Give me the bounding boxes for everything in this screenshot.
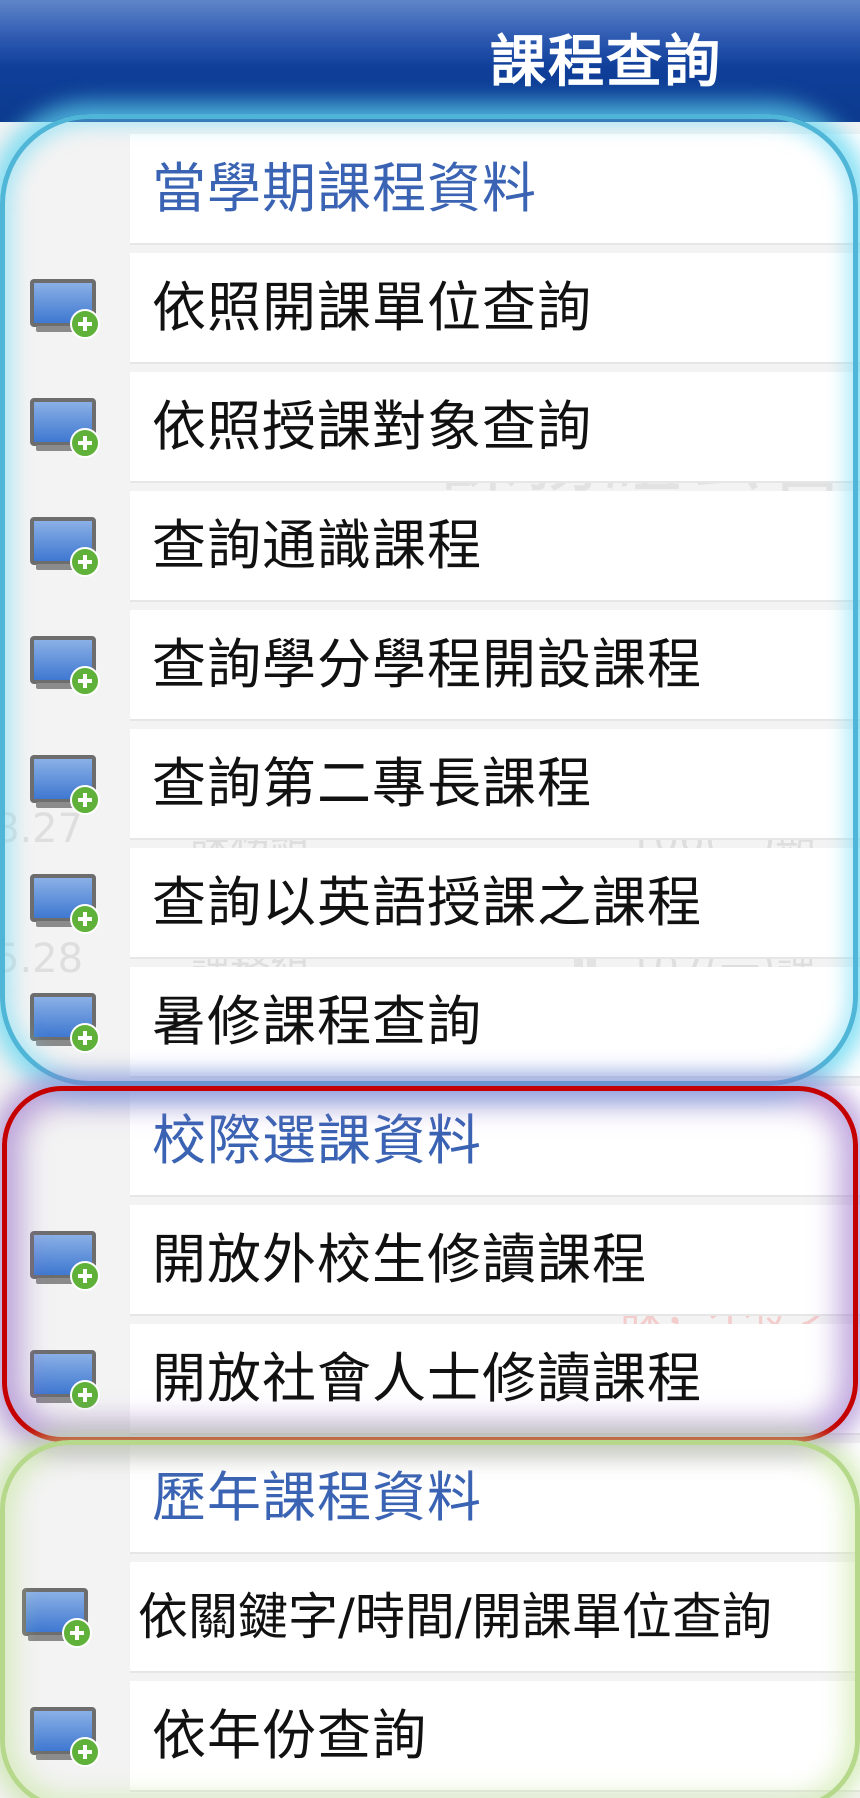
menu-item-label[interactable]: 查詢通識課程 <box>152 513 482 579</box>
menu-item-second-specialty[interactable]: 查詢第二專長課程 <box>0 725 860 844</box>
menu-item-keyword-search[interactable]: 依關鍵字/時間/開課單位查詢 <box>0 1558 860 1677</box>
menu-item-credit-program[interactable]: 查詢學分學程開設課程 <box>0 606 860 725</box>
monitor-add-icon <box>30 279 100 341</box>
monitor-add-icon <box>30 1231 100 1293</box>
menu-item-external-students[interactable]: 開放外校生修讀課程 <box>0 1201 860 1320</box>
section-heading-label: 校際選課資料 <box>152 1109 482 1172</box>
monitor-add-icon <box>22 1588 92 1650</box>
menu-item-general-education[interactable]: 查詢通識課程 <box>0 487 860 606</box>
menu-item-label[interactable]: 依照開課單位查詢 <box>152 275 592 341</box>
course-query-menu: 當學期課程資料 依照開課單位查詢 依照授課對象查詢 查詢通識課程 查詢學分學程開… <box>0 130 860 1796</box>
menu-item-label[interactable]: 查詢學分學程開設課程 <box>152 632 702 698</box>
monitor-add-icon <box>30 993 100 1055</box>
menu-item-by-department[interactable]: 依照開課單位查詢 <box>0 249 860 368</box>
menu-item-label[interactable]: 查詢以英語授課之課程 <box>152 870 702 936</box>
section-heading-current-semester: 當學期課程資料 <box>0 130 860 249</box>
section-heading-label: 歷年課程資料 <box>152 1466 482 1529</box>
section-heading-inter-school: 校際選課資料 <box>0 1082 860 1201</box>
menu-item-summer-courses[interactable]: 暑修課程查詢 <box>0 963 860 1082</box>
menu-item-label[interactable]: 開放社會人士修讀課程 <box>152 1346 702 1412</box>
menu-item-label[interactable]: 依照授課對象查詢 <box>152 394 592 460</box>
monitor-add-icon <box>30 874 100 936</box>
course-query-screen: 課務組公告 8.27 課務組 106(二)期 5.28 課務組 107(一)課 … <box>0 0 860 1798</box>
monitor-add-icon <box>30 636 100 698</box>
monitor-add-icon <box>30 1350 100 1412</box>
header-bar: 課程查詢 <box>0 0 860 122</box>
menu-item-by-audience[interactable]: 依照授課對象查詢 <box>0 368 860 487</box>
menu-item-label[interactable]: 依年份查詢 <box>152 1703 427 1769</box>
monitor-add-icon <box>30 755 100 817</box>
menu-item-label[interactable]: 開放外校生修讀課程 <box>152 1227 647 1293</box>
menu-item-by-year[interactable]: 依年份查詢 <box>0 1677 860 1796</box>
page-title: 課程查詢 <box>490 30 722 95</box>
menu-item-english-taught[interactable]: 查詢以英語授課之課程 <box>0 844 860 963</box>
monitor-add-icon <box>30 1707 100 1769</box>
menu-item-label[interactable]: 查詢第二專長課程 <box>152 751 592 817</box>
menu-item-label[interactable]: 暑修課程查詢 <box>152 989 482 1055</box>
section-heading-historical: 歷年課程資料 <box>0 1439 860 1558</box>
menu-item-public-learners[interactable]: 開放社會人士修讀課程 <box>0 1320 860 1439</box>
monitor-add-icon <box>30 517 100 579</box>
menu-item-label[interactable]: 依關鍵字/時間/開課單位查詢 <box>138 1584 772 1650</box>
monitor-add-icon <box>30 398 100 460</box>
section-heading-label: 當學期課程資料 <box>152 157 537 220</box>
